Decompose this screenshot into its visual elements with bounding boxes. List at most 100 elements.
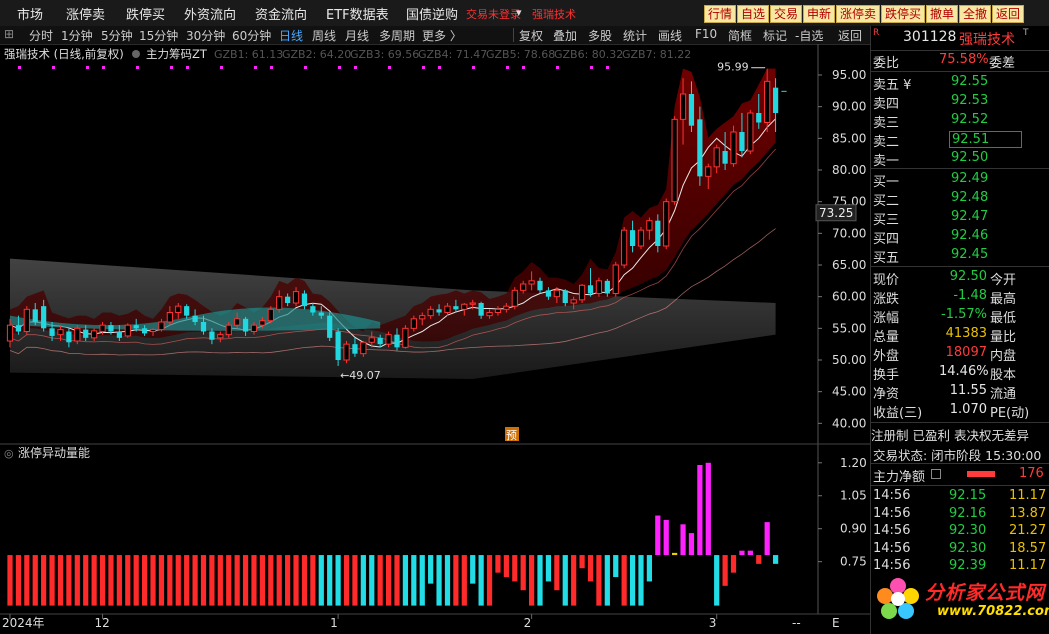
- sell-level-row[interactable]: 卖四 92.53: [871, 93, 1049, 112]
- candle-body-up[interactable]: [671, 118, 678, 203]
- candle-body-up[interactable]: [747, 112, 754, 152]
- candle-body-up[interactable]: [578, 284, 586, 301]
- indicator-menu-icon[interactable]: [132, 50, 140, 58]
- tool-overlay[interactable]: 叠加: [553, 27, 577, 44]
- candle-body-down[interactable]: [15, 325, 22, 332]
- menu-reverse-repo[interactable]: 国债逆购: [406, 4, 458, 23]
- quick-watchlist-button[interactable]: 自选: [737, 5, 770, 23]
- candle-body-up[interactable]: [402, 327, 409, 348]
- candle-body-down[interactable]: [32, 309, 38, 322]
- quick-limit-up-sell-button[interactable]: 涨停卖: [836, 5, 881, 23]
- candle-body-down[interactable]: [604, 280, 610, 294]
- candle-body-down[interactable]: [781, 90, 787, 92]
- period-5min[interactable]: 5分钟: [101, 27, 133, 44]
- candle-body-down[interactable]: [739, 132, 745, 151]
- candle-body-down[interactable]: [394, 334, 400, 348]
- candle-body-up[interactable]: [217, 334, 224, 339]
- quick-new-button[interactable]: 申新: [803, 5, 836, 23]
- menu-etf-data[interactable]: ETF数据表: [326, 4, 389, 23]
- candle-body-up[interactable]: [234, 318, 241, 326]
- quick-trade-button[interactable]: 交易: [770, 5, 803, 23]
- period-1min[interactable]: 1分钟: [61, 27, 93, 44]
- candle-body-up[interactable]: [637, 229, 645, 247]
- sub-chart-menu-icon[interactable]: ◎: [4, 447, 14, 460]
- candle-body-down[interactable]: [192, 315, 198, 322]
- candle-body-up[interactable]: [444, 305, 451, 313]
- candle-body-up[interactable]: [511, 289, 518, 307]
- quick-cancel-button[interactable]: 撤单: [926, 5, 959, 23]
- tool-multi-stock[interactable]: 多股: [588, 27, 612, 44]
- sell-level-row[interactable]: 卖二 92.51: [871, 131, 1049, 150]
- expand-icon[interactable]: ⊞: [4, 27, 14, 41]
- candle-body-up[interactable]: [663, 201, 670, 247]
- candle-body-up[interactable]: [259, 320, 266, 326]
- candle-body-down[interactable]: [310, 306, 316, 313]
- candle-body-down[interactable]: [756, 113, 762, 123]
- candle-body-down[interactable]: [318, 312, 324, 316]
- candle-body-up[interactable]: [368, 337, 375, 343]
- candle-body-up[interactable]: [276, 296, 283, 310]
- tool-adjust[interactable]: 复权: [519, 27, 543, 44]
- indicator-name[interactable]: 主力筹码ZT: [146, 47, 208, 61]
- candle-body-up[interactable]: [713, 147, 720, 168]
- period-weekly[interactable]: 周线: [312, 27, 336, 44]
- candle-body-up[interactable]: [225, 324, 232, 336]
- menu-icon[interactable]: [931, 469, 941, 479]
- candle-body-up[interactable]: [23, 308, 30, 333]
- candle-body-up[interactable]: [267, 308, 274, 322]
- period-15min[interactable]: 15分钟: [139, 27, 178, 44]
- period-monthly[interactable]: 月线: [345, 27, 369, 44]
- candle-body-down[interactable]: [83, 329, 89, 338]
- candle-body-down[interactable]: [108, 325, 114, 332]
- candle-body-up[interactable]: [595, 280, 603, 294]
- candle-body-down[interactable]: [545, 290, 552, 297]
- quick-quote-button[interactable]: 行情: [704, 5, 737, 23]
- tool-stats[interactable]: 统计: [623, 27, 647, 44]
- candle-body-up[interactable]: [570, 299, 577, 304]
- candle-body-up[interactable]: [486, 312, 493, 317]
- candle-body-down[interactable]: [327, 315, 333, 338]
- candle-body-down[interactable]: [301, 293, 308, 307]
- candle-body-up[interactable]: [91, 330, 98, 339]
- candle-body-down[interactable]: [453, 306, 459, 310]
- candle-body-down[interactable]: [116, 331, 122, 338]
- candle-body-up[interactable]: [175, 305, 182, 313]
- candle-body-up[interactable]: [612, 264, 619, 294]
- candle-body-down[interactable]: [587, 285, 594, 294]
- sell-level-row[interactable]: 卖三 92.52: [871, 112, 1049, 131]
- candle-body-down[interactable]: [49, 328, 55, 336]
- candle-body-up[interactable]: [427, 308, 434, 317]
- period-timeshare[interactable]: 分时: [29, 27, 53, 44]
- candle-body-up[interactable]: [553, 289, 560, 298]
- candle-body-down[interactable]: [66, 331, 72, 343]
- candle-body-up[interactable]: [419, 315, 426, 320]
- period-more[interactable]: 更多 〉: [422, 27, 462, 44]
- candle-body-up[interactable]: [166, 312, 173, 323]
- candle-body-down[interactable]: [142, 328, 148, 334]
- login-status[interactable]: 交易未登录: [466, 6, 521, 22]
- candle-body-down[interactable]: [285, 296, 291, 303]
- buy-level-row[interactable]: 买二 92.48: [871, 190, 1049, 209]
- candle-body-up[interactable]: [6, 324, 14, 342]
- candle-body-up[interactable]: [410, 318, 417, 329]
- candle-body-up[interactable]: [646, 220, 653, 231]
- candle-body-down[interactable]: [41, 306, 47, 329]
- candle-body-up[interactable]: [158, 321, 165, 331]
- candle-body-down[interactable]: [200, 322, 207, 332]
- candle-body-down[interactable]: [335, 331, 341, 361]
- tool-draw[interactable]: 画线: [658, 27, 682, 44]
- candle-body-down[interactable]: [688, 94, 695, 126]
- sell-level-row[interactable]: 卖五 ¥ 92.55: [871, 74, 1049, 93]
- period-daily[interactable]: 日线: [279, 27, 303, 44]
- candle-body-up[interactable]: [74, 327, 81, 342]
- tool-back[interactable]: 返回: [838, 27, 862, 44]
- candle-body-up[interactable]: [705, 166, 712, 177]
- candle-body-up[interactable]: [385, 334, 392, 345]
- candle-body-up[interactable]: [621, 229, 628, 266]
- candle-body-down[interactable]: [209, 331, 215, 340]
- candle-body-up[interactable]: [469, 302, 476, 305]
- buy-level-row[interactable]: 买四 92.46: [871, 228, 1049, 247]
- candle-body-up[interactable]: [764, 80, 771, 123]
- candle-body-up[interactable]: [528, 280, 535, 285]
- period-60min[interactable]: 60分钟: [232, 27, 271, 44]
